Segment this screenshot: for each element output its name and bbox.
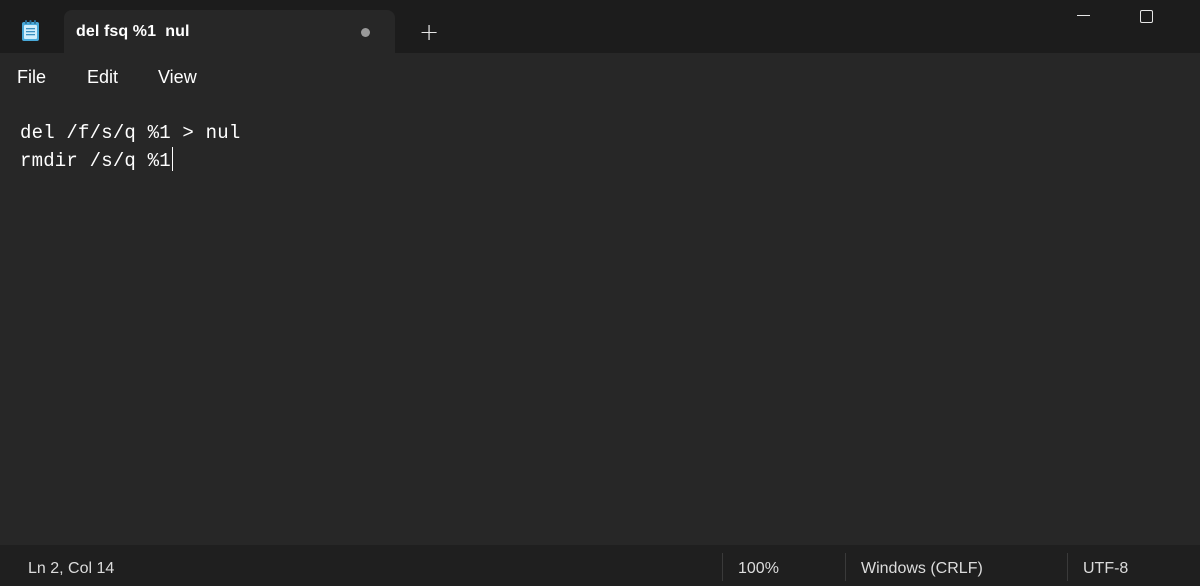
tab-title: del fsq %1 nul xyxy=(76,23,190,40)
maximize-button[interactable] xyxy=(1136,6,1156,26)
editor-line-1: del /f/s/q %1 > nul xyxy=(20,122,241,144)
status-divider xyxy=(1067,553,1068,581)
notepad-window: del fsq %1 nul + File Edit View del /f/s… xyxy=(0,0,1200,586)
status-encoding[interactable]: UTF-8 xyxy=(1083,560,1128,578)
text-editor[interactable]: del /f/s/q %1 > nul rmdir /s/q %1 xyxy=(0,99,1200,545)
text-caret xyxy=(171,147,173,171)
new-tab-button[interactable]: + xyxy=(416,19,442,45)
status-cursor-position: Ln 2, Col 14 xyxy=(28,560,115,577)
status-bar: Ln 2, Col 14 100% Windows (CRLF) UTF-8 xyxy=(0,545,1200,586)
notepad-icon xyxy=(21,20,40,42)
minimize-button[interactable] xyxy=(1074,0,1100,30)
status-line-ending[interactable]: Windows (CRLF) xyxy=(861,560,983,578)
tab-document[interactable]: del fsq %1 nul xyxy=(64,10,395,53)
menu-bar: File Edit View xyxy=(0,53,1200,99)
menu-view[interactable]: View xyxy=(158,67,197,88)
status-zoom[interactable]: 100% xyxy=(738,560,779,578)
status-divider xyxy=(722,553,723,581)
unsaved-dot-icon[interactable] xyxy=(361,28,370,37)
status-divider xyxy=(845,553,846,581)
title-bar: del fsq %1 nul + xyxy=(0,0,1200,53)
editor-line-2: rmdir /s/q %1 xyxy=(20,147,173,172)
editor-line-2-text: rmdir /s/q %1 xyxy=(20,150,171,172)
menu-edit[interactable]: Edit xyxy=(87,67,118,88)
menu-file[interactable]: File xyxy=(17,67,46,88)
